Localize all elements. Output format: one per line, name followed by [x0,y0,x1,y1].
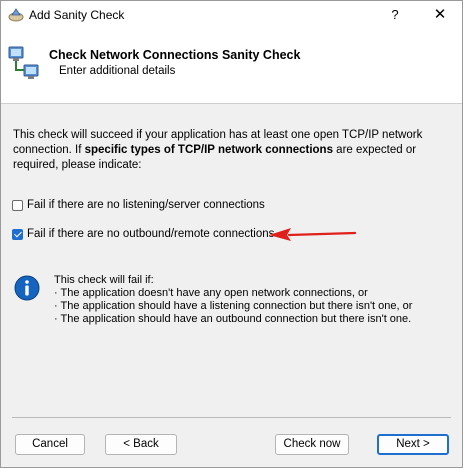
wizard-header: Check Network Connections Sanity Check E… [1,29,462,104]
close-button[interactable]: ✕ [429,5,451,25]
outbound-connections-option[interactable]: Fail if there are no outbound/remote con… [12,226,274,242]
failure-conditions: This check will fail if: · The applicati… [54,274,412,326]
check-now-button[interactable]: Check now [275,434,349,455]
listening-connections-label: Fail if there are no listening/server co… [27,199,265,211]
outbound-connections-checkbox[interactable] [12,228,23,240]
footer-divider [12,417,451,418]
window-title: Add Sanity Check [29,8,125,22]
outbound-connections-label: Fail if there are no outbound/remote con… [27,228,275,240]
listening-connections-option[interactable]: Fail if there are no listening/server co… [12,197,265,213]
listening-connections-checkbox[interactable] [12,199,23,211]
list-item: · The application should have an outboun… [54,313,412,325]
list-item: · The application doesn't have any open … [54,287,368,299]
network-connections-icon [7,45,43,83]
back-button[interactable]: < Back [105,434,177,455]
cancel-button[interactable]: Cancel [15,434,85,455]
dialog-window: Add Sanity Check ? ✕ Check Network Conne… [0,0,463,468]
failure-conditions-heading: This check will fail if: [54,274,154,286]
list-item: · The application should have a listenin… [54,300,413,312]
title-bar: Add Sanity Check ? ✕ [1,1,462,29]
red-arrow-icon [267,226,357,242]
next-button[interactable]: Next > [377,434,449,455]
page-subtitle: Enter additional details [59,65,176,77]
info-icon [14,275,40,301]
app-icon [8,7,24,23]
intro-text-bold: specific types of TCP/IP network connect… [84,144,333,156]
page-title: Check Network Connections Sanity Check [49,48,301,62]
intro-text: This check will succeed if your applicat… [13,128,449,173]
help-button[interactable]: ? [384,5,406,25]
